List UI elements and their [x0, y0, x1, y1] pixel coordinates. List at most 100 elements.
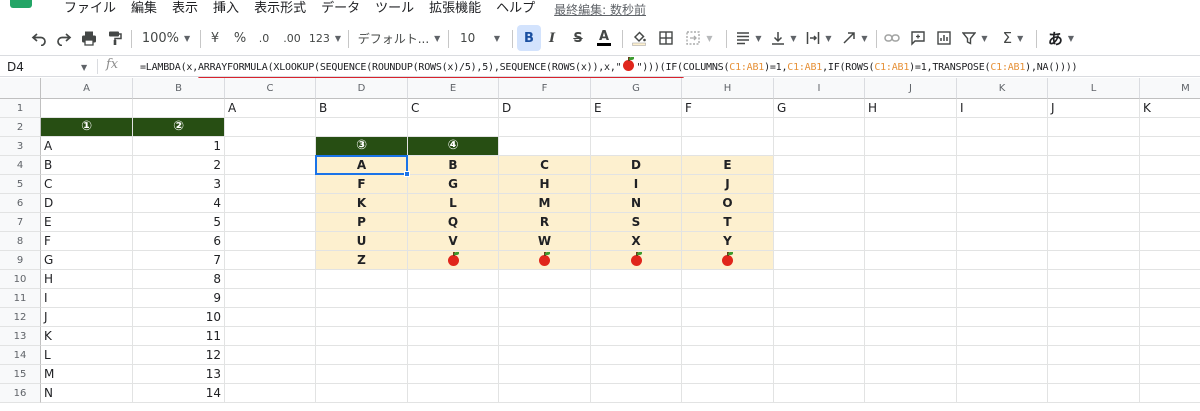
cell[interactable]: [774, 251, 865, 270]
output-cell[interactable]: X: [591, 232, 682, 251]
output-cell[interactable]: M: [499, 194, 591, 213]
sheets-logo-icon[interactable]: [10, 0, 32, 8]
text-color-button[interactable]: A: [593, 25, 615, 51]
output-cell[interactable]: Q: [408, 213, 499, 232]
cell[interactable]: [774, 308, 865, 327]
cell[interactable]: [1140, 156, 1200, 175]
cell[interactable]: [591, 384, 682, 403]
output-cell[interactable]: L: [408, 194, 499, 213]
cell[interactable]: [865, 194, 957, 213]
cell[interactable]: [225, 118, 316, 137]
spill-cell[interactable]: D: [499, 99, 591, 118]
cell-a[interactable]: K: [41, 327, 133, 346]
menu-item[interactable]: 表示: [172, 0, 198, 18]
cell[interactable]: [499, 308, 591, 327]
spill-cell[interactable]: B: [316, 99, 408, 118]
column-header-j[interactable]: J: [865, 78, 957, 99]
cell[interactable]: [774, 194, 865, 213]
cell[interactable]: [1140, 175, 1200, 194]
cell[interactable]: [408, 270, 499, 289]
column-header-l[interactable]: L: [1048, 78, 1140, 99]
menu-item[interactable]: データ: [321, 0, 360, 18]
menu-item[interactable]: ヘルプ: [496, 0, 535, 18]
menu-item[interactable]: 挿入: [213, 0, 239, 18]
text-wrapping-icon[interactable]: ▼: [802, 25, 836, 51]
cell[interactable]: [957, 270, 1048, 289]
cell[interactable]: [682, 308, 774, 327]
header-cell[interactable]: ③: [316, 137, 408, 156]
cell[interactable]: [957, 156, 1048, 175]
cell[interactable]: [499, 118, 591, 137]
print-icon[interactable]: [78, 25, 100, 51]
cell[interactable]: [591, 365, 682, 384]
cell[interactable]: [957, 308, 1048, 327]
row-header-12[interactable]: 12: [0, 308, 41, 327]
cell[interactable]: [682, 384, 774, 403]
more-formats-button[interactable]: 123 ▼: [307, 25, 343, 51]
column-header-k[interactable]: K: [957, 78, 1048, 99]
output-cell[interactable]: H: [499, 175, 591, 194]
cell[interactable]: [1048, 251, 1140, 270]
cell-a[interactable]: A: [41, 137, 133, 156]
spill-cell[interactable]: C: [408, 99, 499, 118]
cell[interactable]: [774, 213, 865, 232]
cell[interactable]: [682, 346, 774, 365]
cell[interactable]: [499, 365, 591, 384]
select-all-corner[interactable]: [0, 78, 41, 99]
row-header-11[interactable]: 11: [0, 289, 41, 308]
cell[interactable]: [865, 365, 957, 384]
spill-cell[interactable]: G: [774, 99, 865, 118]
cell[interactable]: [957, 194, 1048, 213]
output-cell[interactable]: P: [316, 213, 408, 232]
vertical-align-icon[interactable]: ▼: [767, 25, 801, 51]
cell[interactable]: [225, 194, 316, 213]
cell[interactable]: [591, 327, 682, 346]
menu-item[interactable]: ファイル: [64, 0, 116, 18]
font-size-select[interactable]: 10 ▼: [456, 25, 504, 51]
cell[interactable]: [1048, 289, 1140, 308]
cell[interactable]: [225, 289, 316, 308]
cell[interactable]: [1048, 346, 1140, 365]
row-header-10[interactable]: 10: [0, 270, 41, 289]
cell[interactable]: [957, 384, 1048, 403]
cell[interactable]: [865, 213, 957, 232]
row-header-8[interactable]: 8: [0, 232, 41, 251]
cell-a[interactable]: B: [41, 156, 133, 175]
menu-item[interactable]: 拡張機能: [429, 0, 481, 18]
column-header-c[interactable]: C: [225, 78, 316, 99]
cell[interactable]: [774, 365, 865, 384]
cell[interactable]: [225, 384, 316, 403]
cell[interactable]: [1140, 270, 1200, 289]
cell[interactable]: [591, 137, 682, 156]
cell-a[interactable]: D: [41, 194, 133, 213]
output-cell[interactable]: Y: [682, 232, 774, 251]
cell[interactable]: [1048, 270, 1140, 289]
row-header-14[interactable]: 14: [0, 346, 41, 365]
cell-a[interactable]: C: [41, 175, 133, 194]
row-header-6[interactable]: 6: [0, 194, 41, 213]
cell[interactable]: [408, 327, 499, 346]
increase-decimal-button[interactable]: .00: [280, 25, 304, 51]
output-cell[interactable]: S: [591, 213, 682, 232]
cell[interactable]: [774, 175, 865, 194]
cell[interactable]: [408, 289, 499, 308]
cell[interactable]: [1048, 175, 1140, 194]
cell[interactable]: [1048, 137, 1140, 156]
cell[interactable]: [408, 365, 499, 384]
output-cell[interactable]: C: [499, 156, 591, 175]
column-header-m[interactable]: M: [1140, 78, 1200, 99]
output-cell[interactable]: V: [408, 232, 499, 251]
menu-item[interactable]: 表示形式: [254, 0, 306, 18]
italic-button[interactable]: I: [541, 25, 563, 51]
output-cell[interactable]: A: [316, 156, 408, 175]
cell[interactable]: [774, 289, 865, 308]
cell[interactable]: [957, 346, 1048, 365]
header-cell[interactable]: ②: [133, 118, 225, 137]
output-cell[interactable]: B: [408, 156, 499, 175]
cell[interactable]: [957, 232, 1048, 251]
output-cell[interactable]: W: [499, 232, 591, 251]
cell-a[interactable]: H: [41, 270, 133, 289]
cell[interactable]: [225, 365, 316, 384]
cell[interactable]: [682, 289, 774, 308]
insert-link-icon[interactable]: [881, 25, 903, 51]
